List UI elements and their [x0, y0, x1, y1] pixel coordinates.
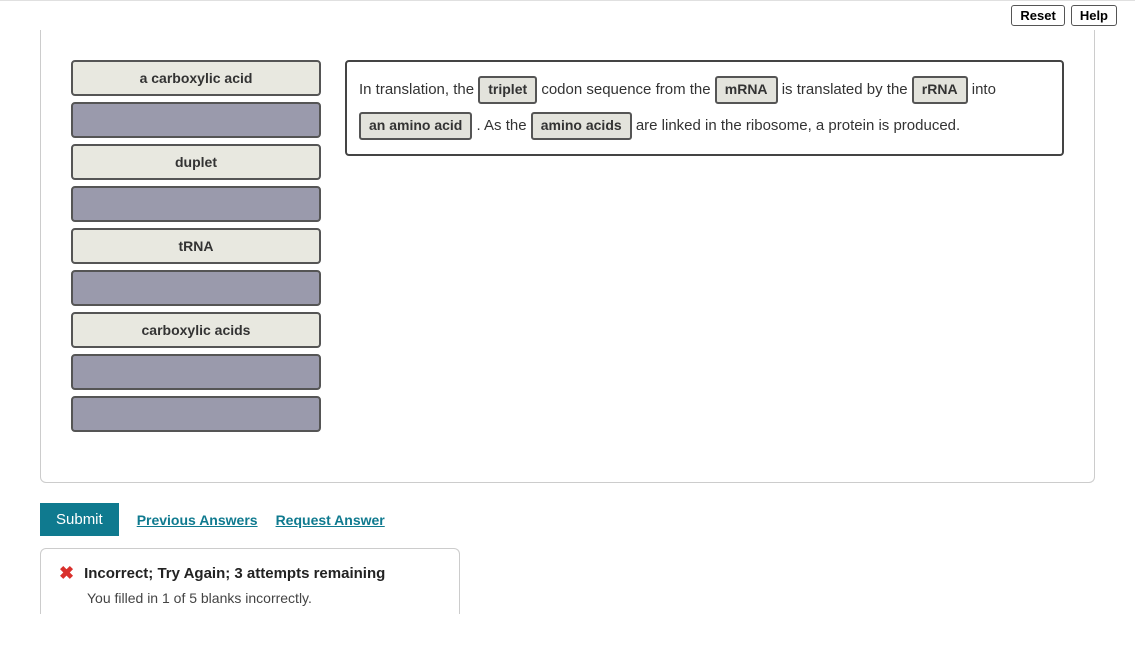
request-answer-link[interactable]: Request Answer	[276, 512, 385, 528]
sentence-text: . As the	[477, 117, 531, 134]
actions-row: Submit Previous Answers Request Answer	[40, 503, 1095, 536]
workspace: a carboxylic acid duplet tRNA carboxylic…	[40, 30, 1095, 483]
sentence-text: codon sequence from the	[541, 81, 714, 98]
palette-slot-empty[interactable]	[71, 270, 321, 306]
feedback-panel: ✖ Incorrect; Try Again; 3 attempts remai…	[40, 548, 460, 614]
palette-slot-empty[interactable]	[71, 396, 321, 432]
palette-tile[interactable]: a carboxylic acid	[71, 60, 321, 96]
palette-tile[interactable]: duplet	[71, 144, 321, 180]
sentence-text: is translated by the	[782, 81, 912, 98]
palette-slot-empty[interactable]	[71, 354, 321, 390]
reset-button[interactable]: Reset	[1011, 5, 1064, 26]
previous-answers-link[interactable]: Previous Answers	[137, 512, 258, 528]
palette: a carboxylic acid duplet tRNA carboxylic…	[71, 60, 321, 432]
sentence-text: into	[972, 81, 996, 98]
sentence-text: are linked in the ribosome, a protein is…	[636, 117, 960, 134]
palette-slot-empty[interactable]	[71, 102, 321, 138]
sentence-target[interactable]: In translation, the triplet codon sequen…	[345, 60, 1064, 156]
dropped-tile[interactable]: amino acids	[531, 112, 632, 140]
dropped-tile[interactable]: triplet	[478, 76, 537, 104]
dropped-tile[interactable]: mRNA	[715, 76, 778, 104]
palette-slot-empty[interactable]	[71, 186, 321, 222]
help-button[interactable]: Help	[1071, 5, 1117, 26]
feedback-detail: You filled in 1 of 5 blanks incorrectly.	[87, 590, 441, 606]
palette-tile[interactable]: tRNA	[71, 228, 321, 264]
dropped-tile[interactable]: rRNA	[912, 76, 968, 104]
dropped-tile[interactable]: an amino acid	[359, 112, 472, 140]
feedback-title: Incorrect; Try Again; 3 attempts remaini…	[84, 565, 385, 582]
sentence-text: In translation, the	[359, 81, 478, 98]
incorrect-icon: ✖	[59, 563, 74, 584]
palette-tile[interactable]: carboxylic acids	[71, 312, 321, 348]
submit-button[interactable]: Submit	[40, 503, 119, 536]
